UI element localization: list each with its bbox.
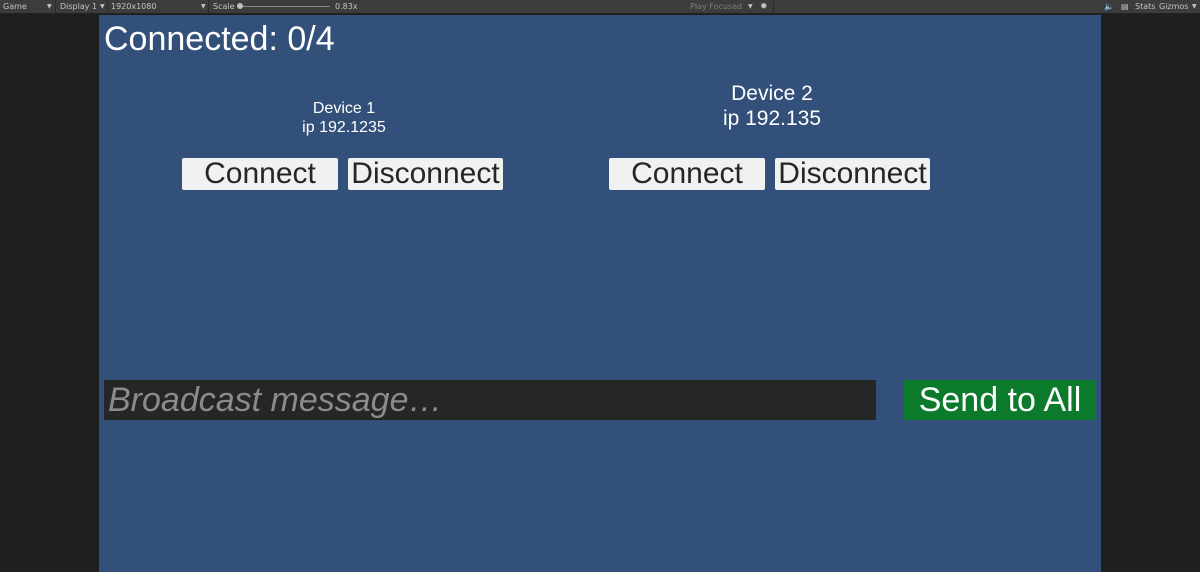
gizmos-dropdown[interactable]: Gizmos ▼ — [1159, 0, 1200, 14]
device-2-name: Device 2 — [731, 82, 813, 105]
stats-button[interactable]: Stats — [1135, 0, 1155, 14]
resolution-dropdown[interactable]: 1920x1080 ▼ — [108, 0, 209, 14]
play-mode-label: Play Focused — [690, 2, 743, 11]
play-mode-dropdown[interactable]: Play Focused ▼ — [690, 0, 756, 14]
game-canvas: Connected: 0/4 Device 1 ip 192.1235 Conn… — [99, 15, 1101, 572]
send-to-all-button[interactable]: Send to All — [904, 380, 1096, 420]
stats-icon: ▤ — [1121, 2, 1129, 11]
device-2-disconnect-button[interactable]: Disconnect — [775, 158, 930, 190]
chevron-down-icon: ▼ — [201, 3, 206, 10]
scale-slider-handle[interactable] — [237, 3, 243, 9]
scale-slider-track[interactable] — [240, 6, 330, 7]
game-view-toolbar: Game ▼ Display 1 ▼ 1920x1080 ▼ Scale 0.8… — [0, 0, 1200, 14]
resolution-dropdown-label: 1920x1080 — [111, 2, 157, 11]
gizmos-label: Gizmos — [1159, 2, 1189, 11]
broadcast-message-input[interactable]: Broadcast message… — [104, 380, 876, 420]
view-dropdown-label: Game — [3, 2, 27, 11]
bug-icon[interactable]: ✹ — [760, 0, 768, 14]
device-1-connect-button[interactable]: Connect — [182, 158, 338, 190]
display-dropdown[interactable]: Display 1 ▼ — [56, 0, 108, 14]
scale-label: Scale — [213, 2, 235, 11]
scale-value: 0.83x — [335, 2, 358, 11]
device-2-ip: ip 192.135 — [722, 107, 822, 130]
broadcast-placeholder: Broadcast message… — [108, 381, 443, 419]
device-1-ip: ip 192.1235 — [302, 119, 386, 136]
chevron-down-icon: ▼ — [47, 3, 52, 10]
toolbar-divider — [773, 0, 774, 14]
device-1-disconnect-button[interactable]: Disconnect — [348, 158, 503, 190]
view-dropdown[interactable]: Game ▼ — [0, 0, 56, 14]
speaker-icon[interactable]: 🔈 — [1104, 0, 1114, 14]
device-2-connect-button[interactable]: Connect — [609, 158, 765, 190]
connected-status: Connected: 0/4 — [104, 20, 335, 58]
letterbox-left — [0, 15, 99, 572]
display-dropdown-label: Display 1 — [60, 2, 98, 11]
device-1-name: Device 1 — [312, 100, 376, 117]
chevron-down-icon: ▼ — [100, 3, 105, 10]
letterbox-right — [1101, 15, 1200, 572]
chevron-down-icon: ▼ — [1192, 3, 1197, 10]
chevron-down-icon: ▼ — [748, 3, 753, 10]
